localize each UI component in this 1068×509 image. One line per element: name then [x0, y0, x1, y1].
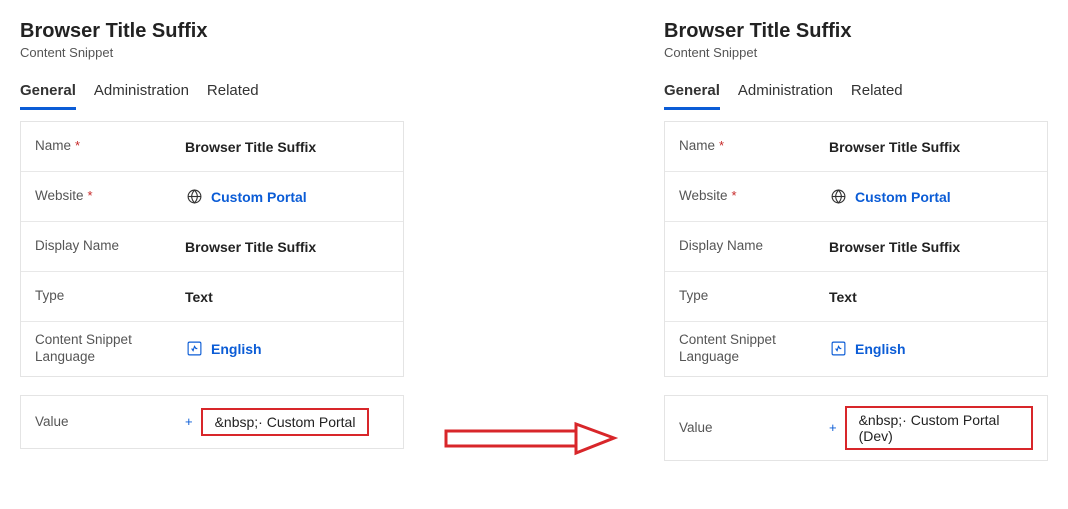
field-display-name[interactable]: Display Name Browser Title Suffix [665, 222, 1047, 272]
type-value: Text [829, 289, 1033, 305]
globe-icon [185, 188, 203, 206]
display-name-value: Browser Title Suffix [185, 239, 389, 255]
entity-subtitle: Content Snippet [20, 45, 404, 60]
website-value[interactable]: Custom Portal [855, 189, 951, 205]
name-label: Name [679, 138, 715, 153]
language-icon [185, 340, 203, 358]
display-name-value: Browser Title Suffix [829, 239, 1033, 255]
value-value-highlight: &nbsp;· Custom Portal [201, 408, 370, 436]
website-label: Website [679, 188, 728, 203]
name-value: Browser Title Suffix [185, 139, 389, 155]
tab-bar: General Administration Related [664, 76, 1048, 111]
display-name-label: Display Name [35, 238, 185, 255]
tab-related[interactable]: Related [207, 76, 259, 110]
tab-general[interactable]: General [20, 76, 76, 110]
required-marker: * [715, 138, 724, 153]
language-label: Content Snippet Language [35, 332, 185, 366]
entity-subtitle: Content Snippet [664, 45, 1048, 60]
website-value[interactable]: Custom Portal [211, 189, 307, 205]
website-label: Website [35, 188, 84, 203]
comparison-arrow [444, 20, 624, 486]
field-type[interactable]: Type Text [665, 272, 1047, 322]
field-value[interactable]: Value + &nbsp;· Custom Portal [21, 396, 403, 442]
name-label: Name [35, 138, 71, 153]
required-marker: * [71, 138, 80, 153]
field-website[interactable]: Website* Custom Portal [665, 172, 1047, 222]
value-label: Value [35, 414, 185, 429]
arrow-right-icon [444, 420, 624, 456]
panel-right: Browser Title Suffix Content Snippet Gen… [664, 20, 1048, 461]
value-label: Value [679, 420, 829, 435]
field-language[interactable]: Content Snippet Language English [21, 322, 403, 376]
language-value[interactable]: English [855, 341, 906, 357]
page-title: Browser Title Suffix [20, 20, 404, 43]
field-display-name[interactable]: Display Name Browser Title Suffix [21, 222, 403, 272]
type-label: Type [35, 288, 185, 305]
field-value-box: Value + &nbsp;· Custom Portal [20, 395, 404, 449]
tab-administration[interactable]: Administration [738, 76, 833, 110]
plus-marker: + [829, 420, 845, 435]
field-type[interactable]: Type Text [21, 272, 403, 322]
type-label: Type [679, 288, 829, 305]
required-marker: * [728, 188, 737, 203]
field-name[interactable]: Name* Browser Title Suffix [665, 122, 1047, 172]
form-general: Name* Browser Title Suffix Website* Cust… [20, 121, 404, 377]
field-name[interactable]: Name* Browser Title Suffix [21, 122, 403, 172]
required-marker: * [84, 188, 93, 203]
field-website[interactable]: Website* Custom Portal [21, 172, 403, 222]
tab-bar: General Administration Related [20, 76, 404, 111]
value-value-highlight: &nbsp;· Custom Portal (Dev) [845, 406, 1033, 450]
field-language[interactable]: Content Snippet Language English [665, 322, 1047, 376]
plus-marker: + [185, 414, 201, 429]
type-value: Text [185, 289, 389, 305]
field-value-box: Value + &nbsp;· Custom Portal (Dev) [664, 395, 1048, 461]
tab-administration[interactable]: Administration [94, 76, 189, 110]
form-general: Name* Browser Title Suffix Website* Cust… [664, 121, 1048, 377]
page-title: Browser Title Suffix [664, 20, 1048, 43]
name-value: Browser Title Suffix [829, 139, 1033, 155]
field-value[interactable]: Value + &nbsp;· Custom Portal (Dev) [665, 396, 1047, 454]
display-name-label: Display Name [679, 238, 829, 255]
language-label: Content Snippet Language [679, 332, 829, 366]
panel-left: Browser Title Suffix Content Snippet Gen… [20, 20, 404, 449]
tab-related[interactable]: Related [851, 76, 903, 110]
language-icon [829, 340, 847, 358]
language-value[interactable]: English [211, 341, 262, 357]
tab-general[interactable]: General [664, 76, 720, 110]
globe-icon [829, 188, 847, 206]
